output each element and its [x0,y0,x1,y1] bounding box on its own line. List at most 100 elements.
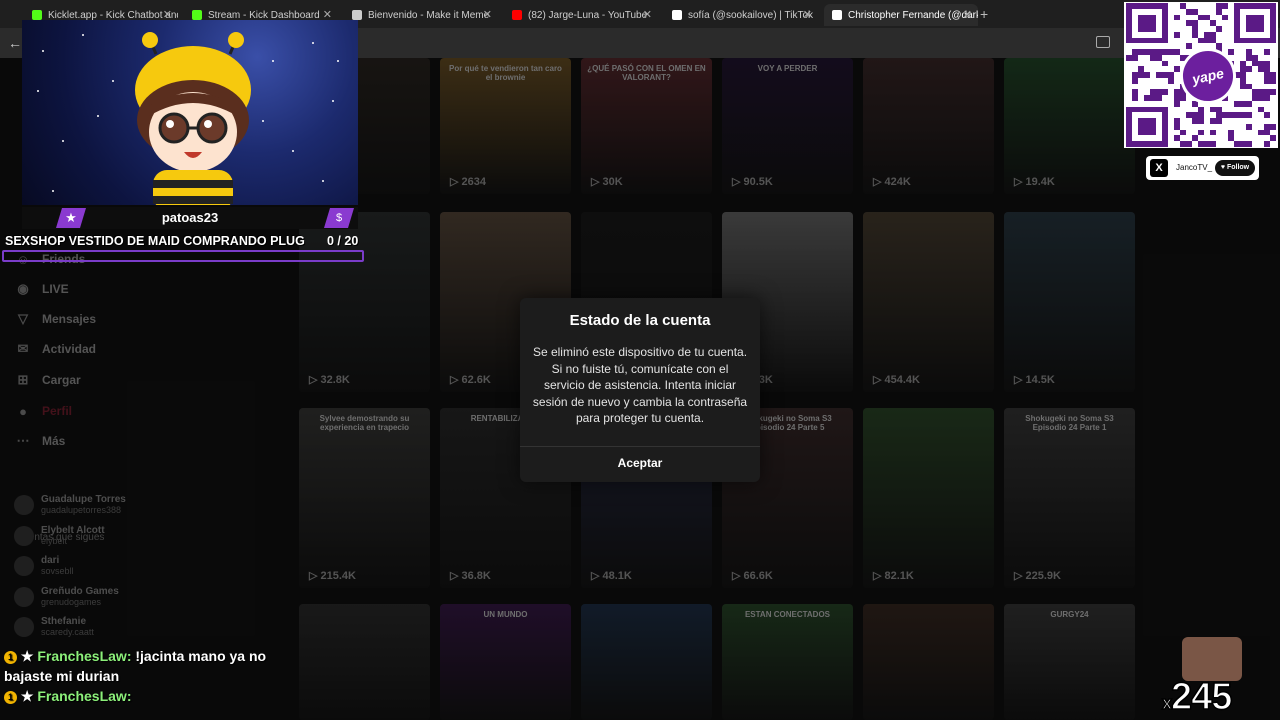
chat-username: FranchesLaw: [37,648,132,664]
qr-module [1162,60,1168,67]
chat-message: 1 ★ FranchesLaw: [4,686,294,706]
tab-favicon-icon [192,10,202,20]
qr-module [1156,95,1162,101]
cast-icon[interactable] [1096,36,1110,48]
goal-count: 0 / 20 [327,234,359,248]
star-dot [272,60,274,62]
qr-module [1210,129,1216,136]
combo-count: 245 [1170,675,1233,719]
tab-title: (82) Jarge-Luna - YouTube [528,9,648,21]
qr-module [1174,100,1180,107]
qr-module [1150,26,1156,32]
qr-module [1270,77,1276,84]
qr-module [1246,141,1252,147]
account-status-modal: Estado de la cuenta Se eliminó este disp… [520,298,760,482]
x-follow-card: X JancoTV_ ♥ Follow [1146,156,1259,180]
qr-module [1264,49,1270,55]
star-dot [292,150,294,152]
star-badge-icon: ★ [17,688,34,704]
tab-title: Stream - Kick Dashboard [208,9,320,21]
new-tab-button[interactable]: + [980,6,988,22]
qr-module [1162,89,1168,96]
combo-counter: x245 [1161,675,1233,719]
qr-module [1246,112,1252,119]
star-dot [322,180,324,182]
x-follow-label: Follow [1226,164,1250,171]
back-arrow-icon[interactable]: ← [8,35,22,51]
accept-button[interactable]: Aceptar [520,456,760,470]
tab-favicon-icon [352,10,362,20]
modal-divider [520,446,760,447]
star-dot [37,90,39,92]
star-dot [97,115,99,117]
qr-module [1246,123,1252,130]
qr-module [1222,3,1228,9]
close-tab-icon[interactable]: ✕ [803,8,812,21]
qr-module [1144,72,1150,78]
qr-module [1270,123,1276,130]
qr-module [1228,49,1234,55]
star-dot [52,190,54,192]
combo-prefix: x [1161,692,1173,714]
goal-progress-frame [2,250,364,262]
qr-module [1270,135,1276,142]
qr-module [1132,77,1138,84]
qr-module [1264,141,1270,147]
star-dot [42,50,44,52]
qr-module [1150,129,1156,136]
qr-module [1186,141,1192,147]
vtuber-avatar [135,32,251,205]
streamer-name-bar: ★ patoas23 $ [22,207,358,229]
tab-favicon-icon [32,10,42,20]
chat-username: FranchesLaw: [37,688,132,704]
qr-module [1270,89,1276,96]
x-handle: JancoTV_ [1176,163,1213,172]
tab-title: Christopher Fernande (@darkm [848,9,978,21]
qr-module [1198,129,1204,136]
qr-module [1180,95,1186,101]
qr-module [1132,54,1138,61]
qr-module [1132,95,1138,101]
close-tab-icon[interactable]: ✕ [963,8,972,21]
modal-message: Se eliminó este dispositivo de tu cuenta… [532,345,748,425]
x-follow-button: ♥ Follow [1215,160,1255,176]
subscriber-badge-icon: 1 [4,690,17,704]
star-dot [262,120,264,122]
qr-module [1264,112,1270,119]
chat-message: 1 ★ FranchesLaw: !jacinta mano ya no baj… [4,646,294,686]
browser-tab[interactable]: Bienvenido - Make it Meme ✕ [344,4,498,26]
qr-module [1174,31,1180,38]
streamer-name: patoas23 [161,210,219,225]
qr-module [1222,14,1228,21]
tab-title: sofía (@sookailove) | TikTok [688,9,814,21]
close-tab-icon[interactable]: ✕ [483,8,492,21]
qr-module [1174,14,1180,21]
qr-module [1216,26,1222,32]
tab-favicon-icon [672,10,682,20]
qr-module [1168,77,1174,84]
browser-tab[interactable]: sofía (@sookailove) | TikTok ✕ [664,4,818,26]
qr-module [1246,66,1252,73]
modal-title: Estado de la cuenta [569,312,711,329]
tab-favicon-icon [832,10,842,20]
browser-tab[interactable]: (82) Jarge-Luna - YouTube ✕ [504,4,658,26]
star-dot [337,60,339,62]
qr-module [1162,37,1168,44]
qr-module [1210,141,1216,147]
avatar-camera [22,20,358,205]
qr-module [1186,43,1192,50]
browser-tab[interactable]: Christopher Fernande (@darkm ✕ [824,4,978,26]
tab-title: Bienvenido - Make it Meme [368,9,490,21]
close-tab-icon[interactable]: ✕ [643,8,652,21]
qr-module [1216,118,1222,124]
star-dot [332,100,334,102]
star-badge-icon: ★ [17,648,34,664]
star-dot [312,42,314,44]
subscriber-badge-icon: 1 [4,650,17,664]
star-dot [82,34,84,36]
chat-overlay: 1 ★ FranchesLaw: !jacinta mano ya no baj… [4,646,294,706]
qr-module [1198,118,1204,124]
tab-favicon-icon [512,10,522,20]
qr-module [1264,95,1270,101]
qr-module [1258,26,1264,32]
